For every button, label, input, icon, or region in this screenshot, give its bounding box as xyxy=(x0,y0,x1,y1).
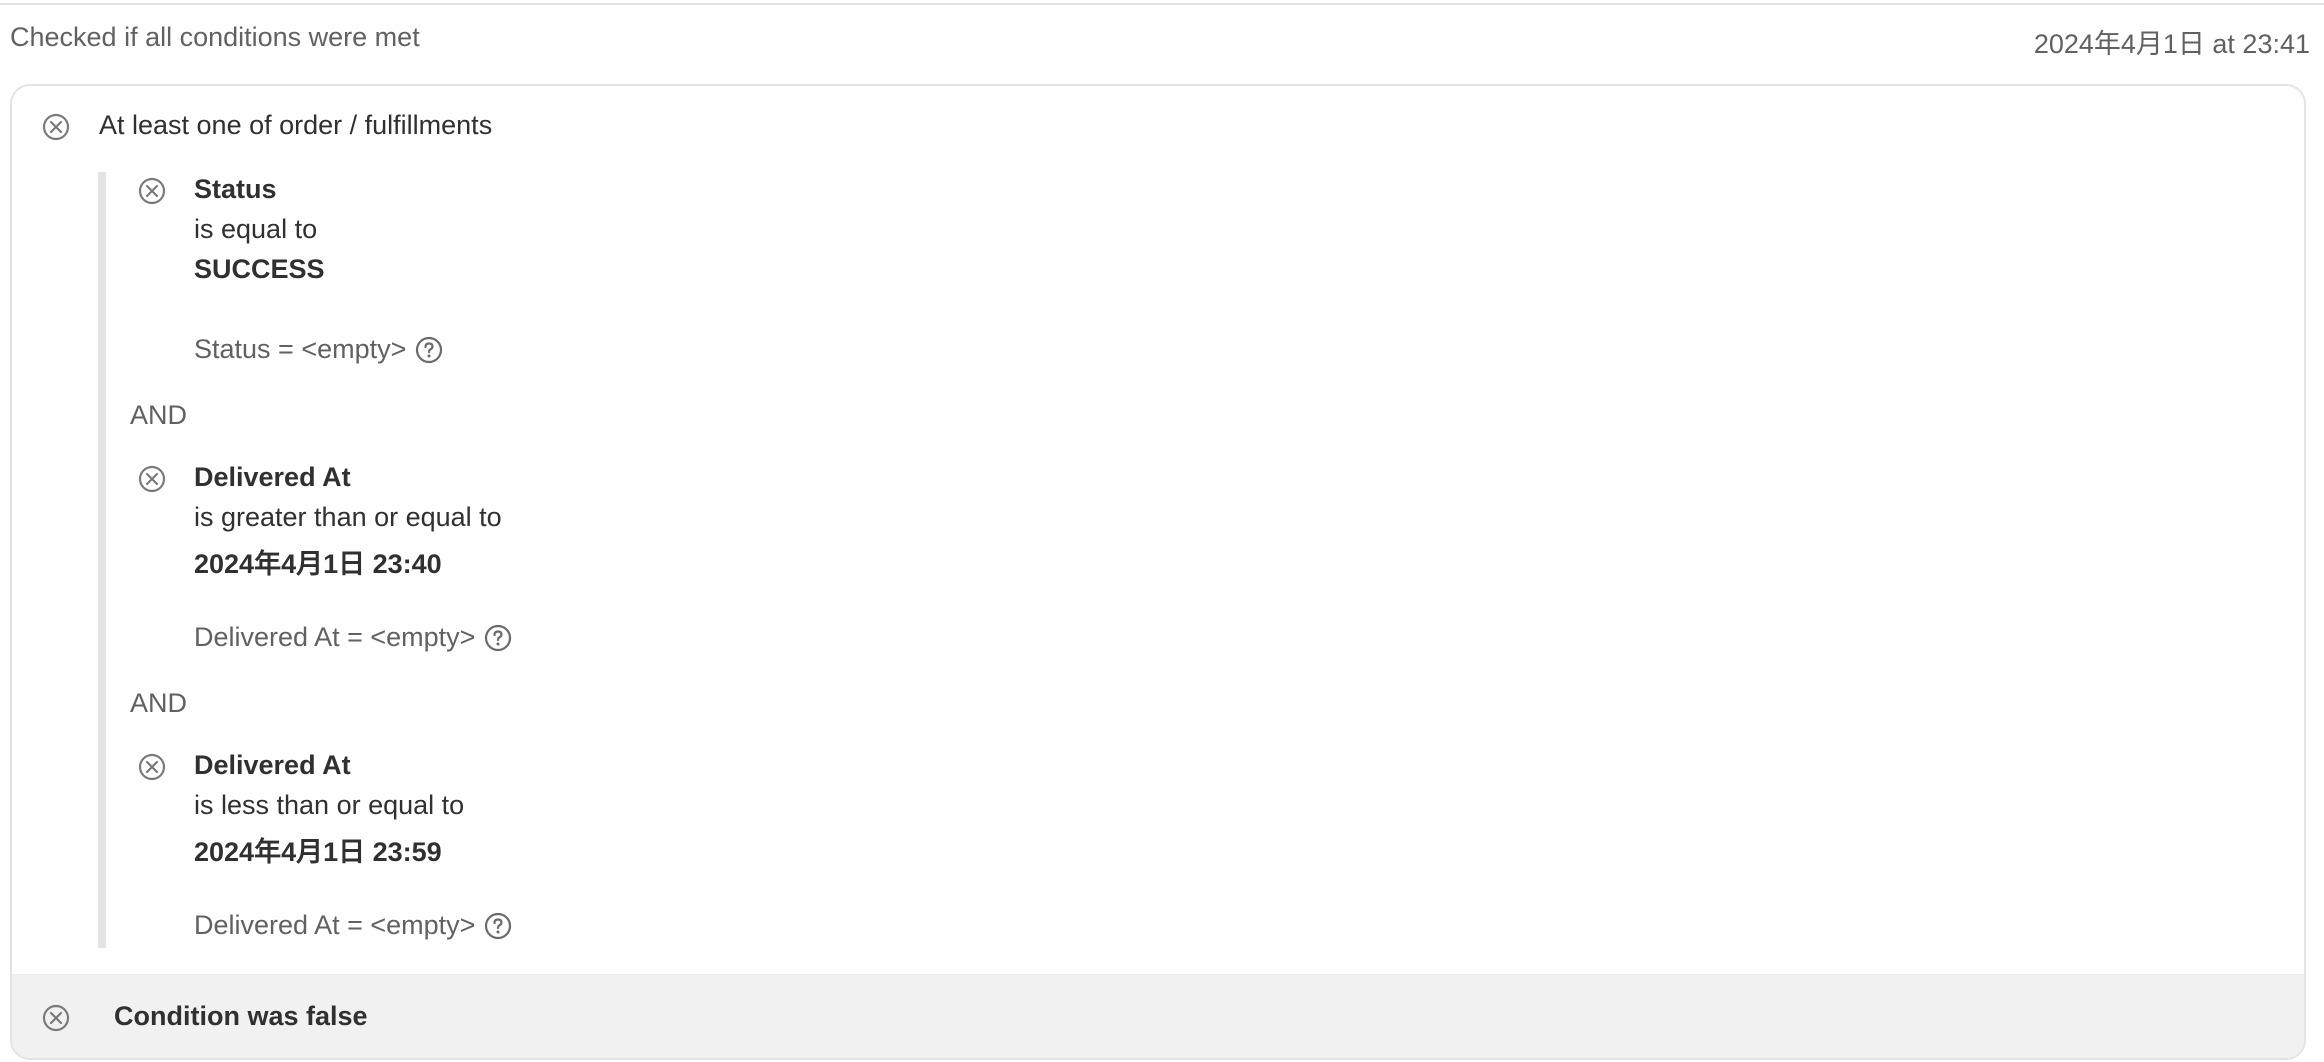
group-indent-bar xyxy=(98,172,106,948)
condition-field: Delivered At xyxy=(194,462,351,492)
group-label: At least one of order / fulfillments xyxy=(99,110,493,140)
condition-operator: is equal to xyxy=(194,214,318,244)
x-circle-icon xyxy=(137,752,167,782)
result-text: Condition was false xyxy=(114,1001,368,1031)
condition-value: 2024年4月1日 23:40 xyxy=(194,549,442,579)
condition-operator: is less than or equal to xyxy=(194,790,465,820)
condition-actual-text: Delivered At = <empty> xyxy=(194,622,476,652)
condition-actual: Delivered At = <empty> xyxy=(194,910,513,941)
question-circle-icon[interactable] xyxy=(414,335,444,365)
condition-actual: Delivered At = <empty> xyxy=(194,622,513,653)
condition-card: At least one of order / fulfillments Sta… xyxy=(10,84,2306,1060)
condition-actual-text: Status = <empty> xyxy=(194,334,407,364)
condition-actual: Status = <empty> xyxy=(194,334,444,365)
and-joiner: AND xyxy=(130,400,188,430)
question-circle-icon[interactable] xyxy=(483,911,513,941)
condition-operator: is greater than or equal to xyxy=(194,502,502,532)
x-circle-icon xyxy=(137,176,167,206)
header-title: Checked if all conditions were met xyxy=(10,22,420,52)
and-joiner: AND xyxy=(130,688,188,718)
x-circle-icon xyxy=(41,1003,71,1033)
result-footer: Condition was false xyxy=(12,974,2304,1058)
header-timestamp: 2024年4月1日 at 23:41 xyxy=(2033,29,2310,59)
header: Checked if all conditions were met 2024年… xyxy=(10,22,2310,59)
condition-value: SUCCESS xyxy=(194,254,325,284)
x-circle-icon xyxy=(41,112,71,142)
top-divider xyxy=(0,3,2324,5)
condition-field: Status xyxy=(194,174,277,204)
question-circle-icon[interactable] xyxy=(483,623,513,653)
condition-field: Delivered At xyxy=(194,750,351,780)
condition-actual-text: Delivered At = <empty> xyxy=(194,910,476,940)
condition-value: 2024年4月1日 23:59 xyxy=(194,837,442,867)
x-circle-icon xyxy=(137,464,167,494)
